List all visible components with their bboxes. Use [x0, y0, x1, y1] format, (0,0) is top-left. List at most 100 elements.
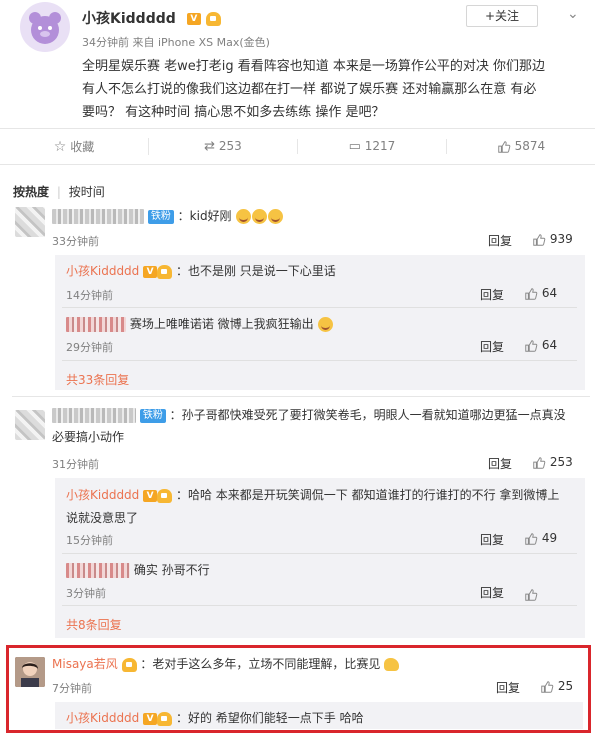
post-meta: 34分钟前 来自 iPhone XS Max(金色)	[82, 34, 270, 50]
reply-button[interactable]: 回复	[480, 584, 504, 601]
reply-button[interactable]: 回复	[480, 338, 504, 355]
reply-line: 小孩Kiddddd V ：也不是刚 只是说一下心里话	[66, 262, 336, 279]
level-icon	[157, 711, 173, 726]
reply-line: 赛场上唯唯诺诺 微博上我疯狂输出	[66, 315, 334, 332]
thumbs-up-icon	[533, 456, 546, 469]
reply-text: 说就没意思了	[66, 511, 139, 525]
commenter-avatar[interactable]	[15, 207, 45, 237]
reply-time: 14分钟前	[66, 289, 113, 302]
blurred-username[interactable]	[66, 563, 130, 578]
more-replies-link[interactable]: 共8条回复	[66, 616, 122, 633]
reply-button[interactable]: 回复	[496, 679, 520, 696]
reply-divider	[62, 307, 577, 308]
comment-time: 7分钟前	[52, 682, 92, 695]
comment-line: Misaya若风 ：老对手这么多年，立场不同能理解，比赛见	[52, 655, 400, 672]
action-bar: ☆ 收藏 ⇄ 253 ▭ 1217 5874	[0, 128, 595, 165]
reply-text: ：哈哈 本来都是开玩笑调侃一下 都知道谁打的行谁打的不行 拿到微博上	[175, 488, 560, 502]
thumbs-up-icon	[498, 141, 511, 153]
reply-divider	[62, 553, 577, 554]
reply-like-button[interactable]: 64	[524, 286, 557, 301]
comment-like-count: 25	[557, 679, 574, 693]
smile-emoji-icon	[318, 317, 334, 332]
reply-line: 小孩Kiddddd V ：好的 希望你们能轻一点下手 哈哈	[66, 709, 364, 726]
level-icon	[121, 657, 137, 672]
reply-line: 确实 孙哥不行	[66, 561, 210, 578]
fan-badge: 铁粉	[147, 209, 174, 224]
reply-button[interactable]: 回复	[480, 286, 504, 303]
comment-line: 铁粉 ：kid好刚	[52, 207, 284, 224]
laugh-emoji-icon	[236, 209, 252, 224]
repost-button[interactable]: ⇄ 253	[149, 139, 298, 154]
comment-like-count: 253	[549, 455, 573, 469]
post-content-line: 全明星娱乐赛 老we打老ig 看看阵容也知道 本来是一场算作公平的对决 你们那边	[82, 59, 546, 74]
reply-time: 15分钟前	[66, 534, 113, 547]
repost-icon: ⇄	[204, 139, 216, 154]
reply-author[interactable]: 小孩Kiddddd	[66, 264, 139, 278]
reply-author[interactable]: 小孩Kiddddd	[66, 711, 139, 725]
comment-line: 铁粉 ：孙子哥都快难受死了要打微笑卷毛，明眼人一看就知道哪边更猛一点真没	[52, 405, 566, 425]
reply-like-button[interactable]: 49	[524, 531, 557, 546]
verified-icon: V	[143, 265, 158, 278]
post-content-line: 要吗？ 有这种时间 搞心思不如多去练练 操作 是吧？	[82, 105, 385, 120]
more-replies-link[interactable]: 共33条回复	[66, 371, 129, 388]
reply-line: 小孩Kiddddd V ：哈哈 本来都是开玩笑调侃一下 都知道谁打的行谁打的不行…	[66, 486, 559, 503]
reply-button[interactable]: 回复	[488, 232, 512, 249]
person-avatar-icon	[15, 657, 45, 687]
like-button[interactable]: 5874	[447, 139, 595, 154]
comment-divider	[12, 396, 590, 397]
reply-button[interactable]: 回复	[480, 531, 504, 548]
laugh-emoji-icon	[268, 209, 284, 224]
comment-time: 33分钟前	[52, 235, 99, 248]
reply-text: ：好的 希望你们能轻一点下手 哈哈	[175, 711, 364, 725]
level-icon	[157, 488, 173, 503]
comment-like-button[interactable]: 25	[540, 679, 573, 694]
comment-button[interactable]: ▭ 1217	[298, 139, 447, 154]
reply-author[interactable]: 小孩Kiddddd	[66, 488, 139, 502]
reply-like-button[interactable]: 64	[524, 338, 557, 353]
reply-like-count: 64	[541, 286, 558, 300]
favorite-button[interactable]: ☆ 收藏	[0, 138, 149, 155]
star-icon: ☆	[53, 139, 67, 155]
bear-avatar-icon	[29, 12, 61, 44]
thumbs-up-icon	[541, 680, 554, 693]
tab-sort-time[interactable]: 按时间	[69, 185, 105, 199]
reply-divider	[62, 360, 577, 361]
blurred-username[interactable]	[66, 317, 126, 332]
commenter-avatar[interactable]	[15, 657, 45, 687]
chevron-down-icon[interactable]: ⌄	[567, 6, 579, 22]
verified-icon: V	[186, 12, 201, 25]
comment-like-button[interactable]: 253	[532, 455, 573, 470]
verified-icon: V	[143, 489, 158, 502]
like-count: 5874	[514, 139, 546, 154]
reply-time: 29分钟前	[66, 341, 113, 354]
thumbs-up-icon	[525, 287, 538, 300]
comment-text: ：孙子哥都快难受死了要打微笑卷毛，明眼人一看就知道哪边更猛一点真没	[169, 408, 566, 422]
reply-like-button[interactable]	[524, 584, 538, 603]
comment-time: 31分钟前	[52, 458, 99, 471]
comment-text: ：kid好刚	[177, 209, 232, 223]
post-source: 来自 iPhone XS Max(金色)	[132, 36, 270, 49]
reply-time: 3分钟前	[66, 587, 106, 600]
post-content: 全明星娱乐赛 老we打老ig 看看阵容也知道 本来是一场算作公平的对决 你们那边…	[82, 55, 587, 124]
fist-emoji-icon	[384, 658, 400, 671]
comment-like-count: 939	[549, 232, 573, 246]
repost-count: 253	[218, 139, 242, 153]
thumbs-up-icon	[525, 588, 538, 601]
post-time[interactable]: 34分钟前	[82, 36, 129, 49]
reply-text: 确实 孙哥不行	[133, 563, 210, 577]
commenter-avatar[interactable]	[15, 410, 45, 440]
post-avatar[interactable]	[20, 2, 70, 52]
fan-badge: 铁粉	[139, 408, 166, 423]
blurred-username[interactable]	[52, 408, 136, 423]
tab-sort-hot[interactable]: 按热度	[13, 185, 49, 199]
comment-like-button[interactable]: 939	[532, 232, 573, 247]
comment-author[interactable]: Misaya若风	[52, 657, 118, 671]
blurred-username[interactable]	[52, 209, 144, 224]
post-author[interactable]: 小孩Kiddddd	[82, 11, 176, 27]
reply-button[interactable]: 回复	[488, 455, 512, 472]
verified-icon: V	[143, 712, 158, 725]
comment-text: 必要搞小动作	[52, 430, 125, 444]
level-icon	[205, 11, 221, 26]
sort-tabs: 按热度 | 按时间	[13, 183, 105, 200]
follow-button[interactable]: +关注	[466, 5, 538, 27]
